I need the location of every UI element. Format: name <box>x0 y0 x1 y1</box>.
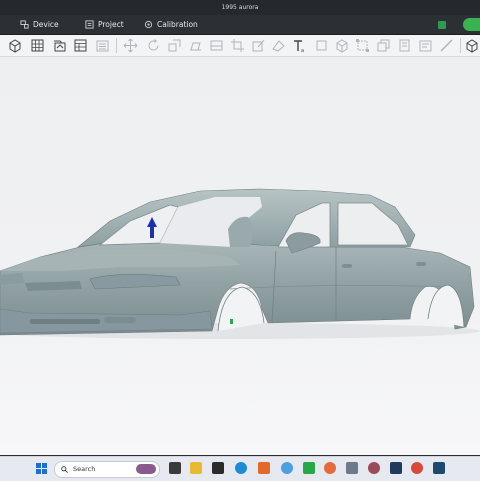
lower-intake <box>30 319 100 324</box>
calibration-icon <box>144 20 153 29</box>
axis-marker <box>230 319 233 324</box>
scale-icon[interactable] <box>167 38 182 53</box>
square-icon[interactable] <box>314 38 329 53</box>
text-icon[interactable]: a <box>292 38 307 54</box>
grid-icon[interactable] <box>30 38 45 53</box>
device-icon <box>20 20 29 29</box>
menu-device[interactable]: Device <box>20 15 59 34</box>
taskbar-search[interactable]: Search <box>54 461 160 478</box>
toggle-button[interactable] <box>463 18 480 31</box>
stack-icon[interactable] <box>376 38 391 53</box>
chrome-icon[interactable] <box>411 462 423 474</box>
status-icon[interactable] <box>438 20 446 29</box>
window-title: 1995 aurora <box>221 4 259 11</box>
file-manager-icon[interactable] <box>190 462 202 474</box>
search-highlight-image <box>136 464 156 474</box>
copy-icon[interactable] <box>397 38 412 53</box>
toolbar-separator <box>460 38 461 53</box>
menu-project[interactable]: Project <box>85 15 124 34</box>
new-project-icon[interactable] <box>8 38 23 53</box>
app-icon[interactable] <box>281 462 293 474</box>
scan-toggle[interactable] <box>463 18 480 31</box>
right-controls <box>438 18 464 31</box>
cube-icon[interactable] <box>335 38 350 53</box>
game-icon[interactable] <box>368 462 380 474</box>
door-handle <box>416 262 426 266</box>
windows-start-icon[interactable] <box>36 463 47 474</box>
folder-icon[interactable] <box>212 462 224 474</box>
search-label: Search <box>73 465 96 473</box>
scanned-car-model[interactable] <box>0 57 480 455</box>
view-cube-icon[interactable] <box>465 38 480 53</box>
project-icon <box>85 20 94 29</box>
table-icon[interactable] <box>73 38 88 53</box>
plane-icon[interactable] <box>209 38 224 53</box>
import-icon[interactable] <box>52 38 67 53</box>
svg-text:a: a <box>301 48 304 53</box>
firefox-icon[interactable] <box>324 462 336 474</box>
rotate-icon[interactable] <box>146 38 161 53</box>
fog-light <box>104 317 136 323</box>
edit-icon[interactable] <box>251 38 266 53</box>
toolbar-separator <box>116 38 117 53</box>
toolbar: a <box>0 35 480 57</box>
resize-icon[interactable] <box>355 38 370 53</box>
menu-device-label: Device <box>33 20 59 29</box>
taskbar: Search <box>0 456 480 481</box>
ruler-icon[interactable] <box>439 38 454 53</box>
menu-bar: Device Project Calibration <box>0 15 480 35</box>
headlight-left <box>0 273 24 285</box>
calculator-icon[interactable] <box>346 462 358 474</box>
office-icon[interactable] <box>258 462 270 474</box>
3d-viewport[interactable] <box>0 57 480 455</box>
list-icon[interactable] <box>95 38 110 53</box>
search-icon <box>61 466 68 473</box>
layers-icon[interactable] <box>418 38 433 53</box>
title-bar: 1995 aurora <box>0 0 480 15</box>
crop-icon[interactable] <box>230 38 245 53</box>
app-tile-icon[interactable] <box>433 462 445 474</box>
scanner-app-icon[interactable] <box>303 462 315 474</box>
menu-calibration-label: Calibration <box>157 20 198 29</box>
terminal-icon[interactable] <box>390 462 402 474</box>
menu-calibration[interactable]: Calibration <box>144 15 198 34</box>
door-handle <box>342 264 352 268</box>
menu-project-label: Project <box>98 20 124 29</box>
widgets-icon[interactable] <box>169 462 181 474</box>
edge-icon[interactable] <box>235 462 247 474</box>
paint-icon[interactable] <box>271 38 286 53</box>
move-icon[interactable] <box>123 38 138 53</box>
fill-icon[interactable] <box>188 38 203 53</box>
